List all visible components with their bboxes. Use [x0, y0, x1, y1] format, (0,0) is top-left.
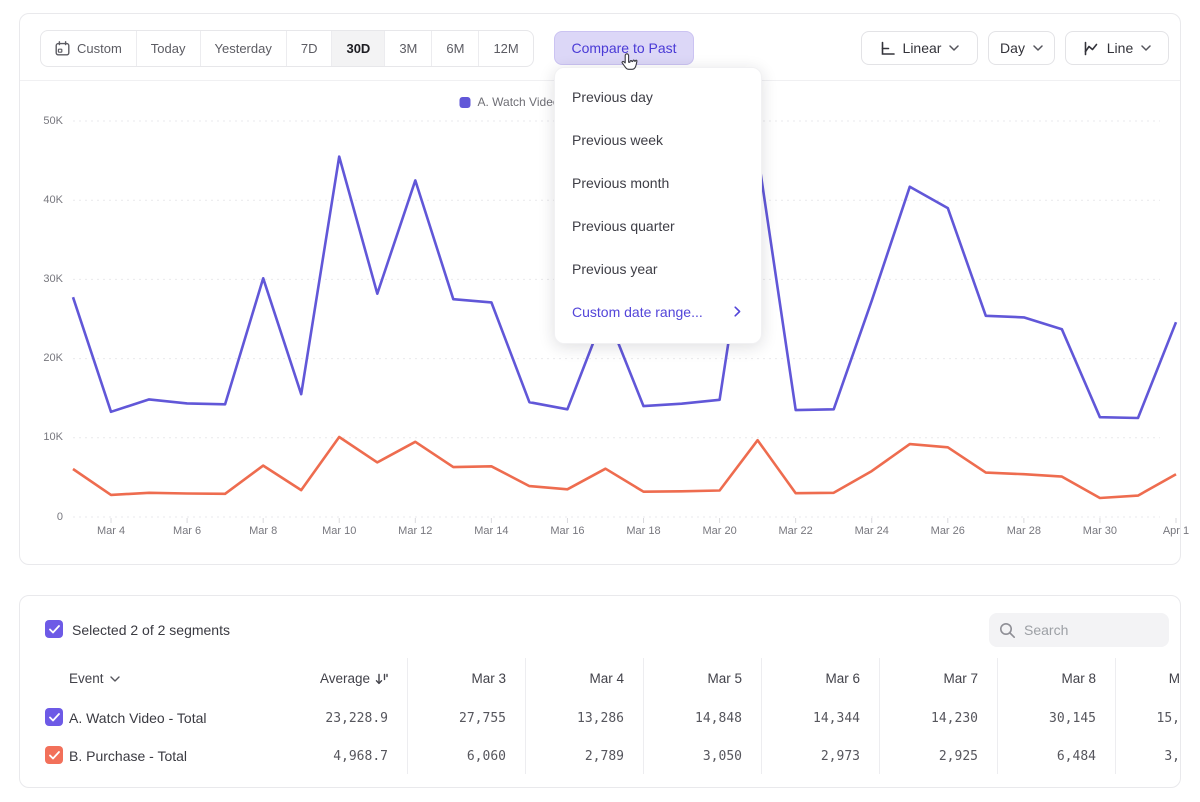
table-cell: 6,060: [396, 749, 506, 764]
table-cell: 27,755: [396, 711, 506, 726]
row-label-a-watch-video-total: A. Watch Video - Total: [69, 710, 206, 726]
chart-card: CustomTodayYesterday7D30D3M6M12M Compare…: [19, 13, 1181, 565]
x-axis-tick-label: Mar 14: [459, 525, 523, 537]
segments-table-card: Selected 2 of 2 segments Event Average Ma…: [19, 595, 1181, 788]
column-header-average[interactable]: Average: [278, 671, 388, 688]
menu-item-previous-week[interactable]: Previous week: [555, 118, 761, 161]
search-box[interactable]: [989, 613, 1169, 647]
x-axis-tick-label: Mar 26: [916, 525, 980, 537]
table-cell: 3,050: [632, 749, 742, 764]
x-axis-tick-label: Mar 4: [79, 525, 143, 537]
y-axis-tick-label: 40K: [20, 194, 63, 206]
x-axis-tick-label: Mar 28: [992, 525, 1056, 537]
column-header-mar-7[interactable]: Mar 7: [868, 671, 978, 686]
x-axis-tick-label: Mar 8: [231, 525, 295, 537]
x-axis-tick-label: Mar 24: [840, 525, 904, 537]
legend-swatch: [459, 97, 470, 108]
x-axis-tick-label: Apr 1: [1144, 525, 1200, 537]
custom-date-range-label: Custom date range...: [572, 304, 703, 320]
checkmark-icon: [49, 751, 60, 760]
x-axis-tick-label: Mar 12: [383, 525, 447, 537]
select-all-checkbox[interactable]: [45, 620, 63, 638]
column-header-mar-6[interactable]: Mar 6: [750, 671, 860, 686]
x-axis-tick-label: Mar 30: [1068, 525, 1132, 537]
row-checkbox-b-purchase-total[interactable]: [45, 746, 63, 764]
row-label-b-purchase-total: B. Purchase - Total: [69, 748, 187, 764]
chevron-right-icon: [734, 306, 741, 317]
column-header-mar-4[interactable]: Mar 4: [514, 671, 624, 686]
column-header-m[interactable]: M: [1070, 671, 1180, 686]
x-axis-tick-label: Mar 6: [155, 525, 219, 537]
menu-item-previous-day[interactable]: Previous day: [555, 75, 761, 118]
table-cell: 14,344: [750, 711, 860, 726]
menu-item-custom-date-range[interactable]: Custom date range...: [555, 290, 761, 333]
y-axis-tick-label: 50K: [20, 115, 63, 127]
x-axis-tick-label: Mar 16: [535, 525, 599, 537]
y-axis-tick-label: 30K: [20, 273, 63, 285]
table-cell: 4,968.7: [278, 749, 388, 764]
event-header-label: Event: [69, 671, 104, 686]
selected-segments-label: Selected 2 of 2 segments: [72, 622, 230, 638]
compare-to-past-menu: Previous dayPrevious weekPrevious monthP…: [554, 67, 762, 344]
table-cell: 3,: [1070, 749, 1180, 764]
event-column-header[interactable]: Event: [69, 671, 120, 686]
column-header-mar-3[interactable]: Mar 3: [396, 671, 506, 686]
column-header-mar-5[interactable]: Mar 5: [632, 671, 742, 686]
x-axis-tick-label: Mar 22: [764, 525, 828, 537]
menu-item-previous-month[interactable]: Previous month: [555, 161, 761, 204]
y-axis-tick-label: 10K: [20, 431, 63, 443]
search-icon: [999, 622, 1016, 639]
row-checkbox-a-watch-video-total[interactable]: [45, 708, 63, 726]
checkmark-icon: [49, 713, 60, 722]
x-axis-tick-label: Mar 18: [612, 525, 676, 537]
table-cell: 2,973: [750, 749, 860, 764]
checkmark-icon: [49, 625, 60, 634]
x-axis-tick-label: Mar 10: [307, 525, 371, 537]
y-axis-tick-label: 0: [20, 511, 63, 523]
table-cell: 2,789: [514, 749, 624, 764]
sort-descending-icon: [375, 673, 388, 688]
y-axis-tick-label: 20K: [20, 352, 63, 364]
menu-item-previous-year[interactable]: Previous year: [555, 247, 761, 290]
chevron-down-icon: [110, 676, 120, 682]
x-axis-tick-label: Mar 20: [688, 525, 752, 537]
series-line-b-purchase-total: [73, 437, 1176, 498]
table-cell: 23,228.9: [278, 711, 388, 726]
table-cell: 2,925: [868, 749, 978, 764]
table-cell: 15,: [1070, 711, 1180, 726]
table-cell: 14,848: [632, 711, 742, 726]
menu-item-previous-quarter[interactable]: Previous quarter: [555, 204, 761, 247]
table-cell: 13,286: [514, 711, 624, 726]
search-input[interactable]: [1024, 622, 1154, 638]
table-cell: 14,230: [868, 711, 978, 726]
